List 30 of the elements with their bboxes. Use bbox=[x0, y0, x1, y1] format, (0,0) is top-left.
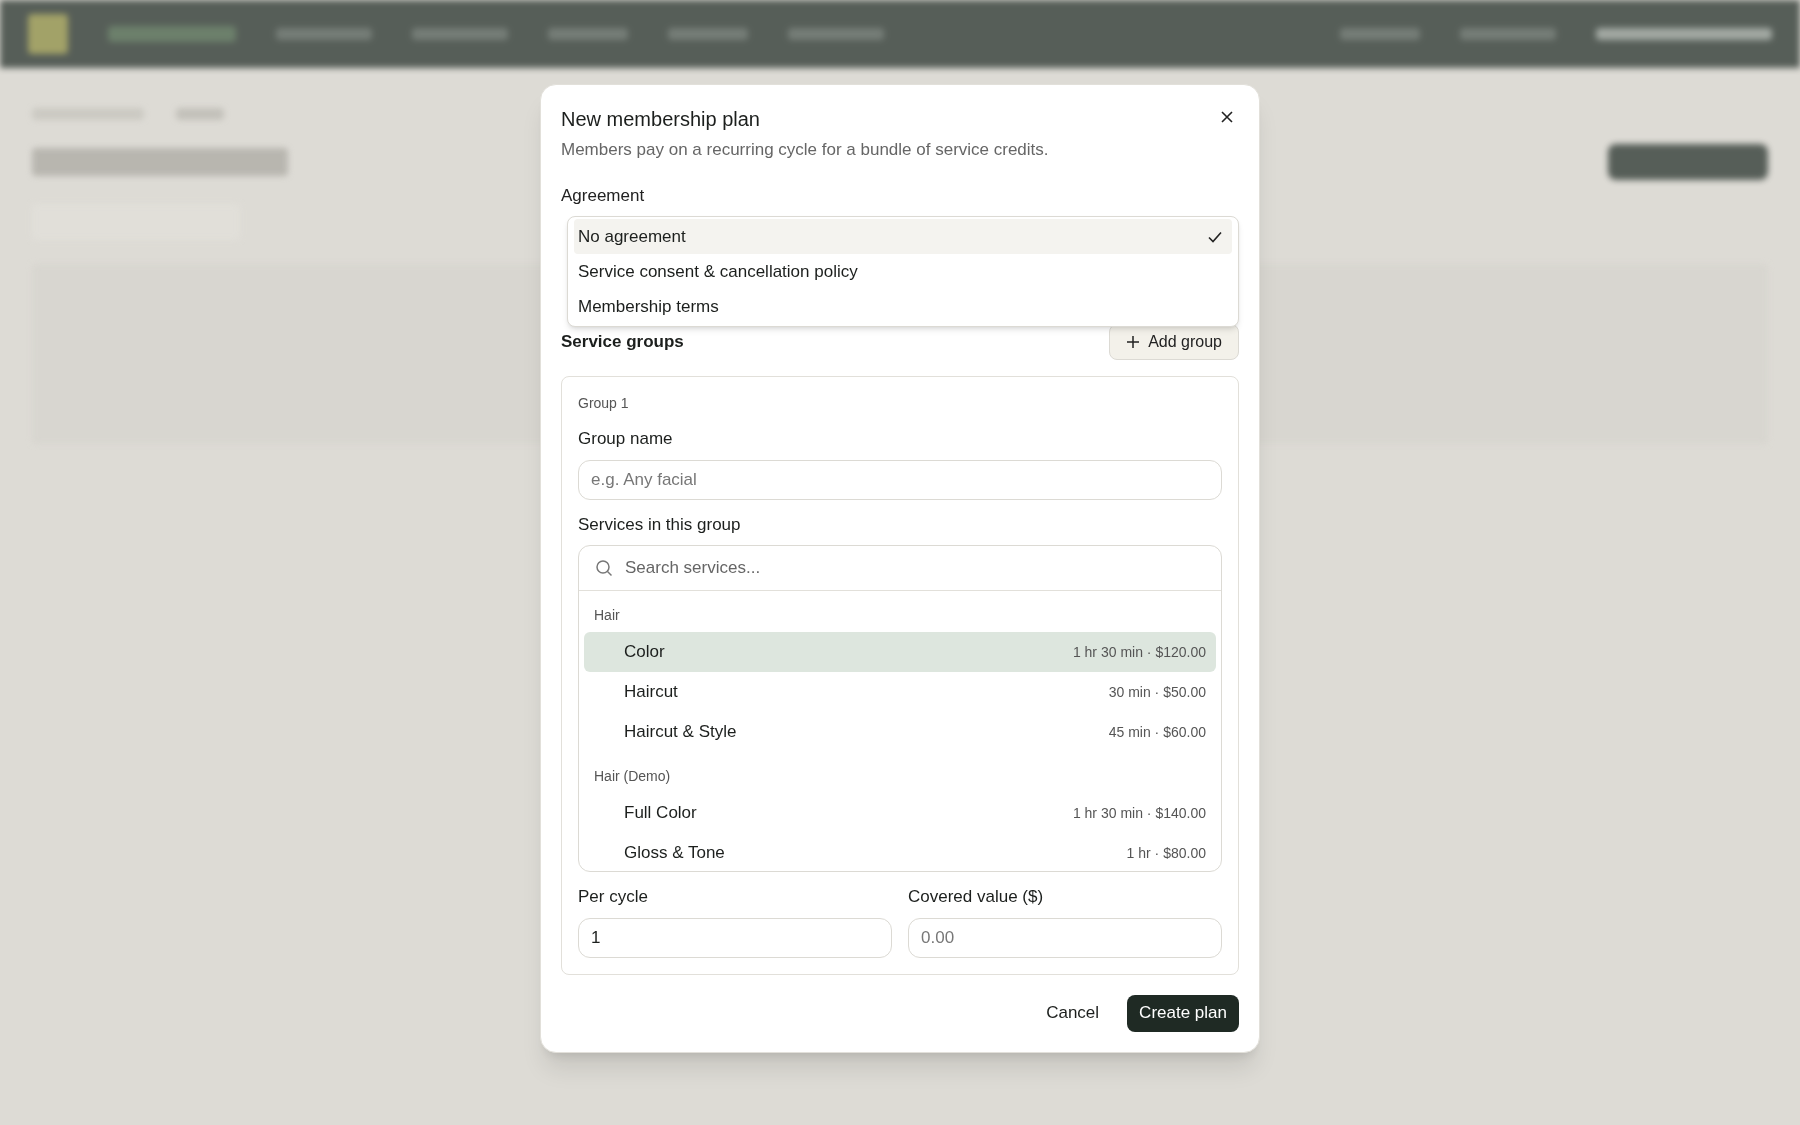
field-label: Services in this group bbox=[578, 513, 742, 536]
create-plan-button[interactable]: Create plan bbox=[1127, 994, 1239, 1032]
blurred-text bbox=[176, 108, 224, 120]
cancel-button[interactable]: Cancel bbox=[1042, 994, 1104, 1032]
field-label: Covered value ($) bbox=[908, 886, 1045, 908]
field-label: Per cycle bbox=[578, 886, 649, 908]
logo-icon bbox=[28, 14, 68, 54]
service-option[interactable]: Full Color 1 hr 30 min · $140.00 bbox=[584, 793, 1216, 833]
service-option[interactable]: Haircut 30 min · $50.00 bbox=[584, 672, 1216, 712]
dialog-description: Members pay on a recurring cycle for a bundle of service credits. bbox=[561, 139, 1050, 161]
covered-value-field[interactable]: 0.00 bbox=[908, 917, 1222, 958]
service-option[interactable]: Color 1 hr 30 min · $120.00 bbox=[584, 632, 1216, 672]
field-label: Group name bbox=[578, 428, 674, 450]
section-heading: Service groups bbox=[561, 331, 684, 354]
service-option[interactable]: Gloss & Tone 1 hr · $80.00 bbox=[584, 833, 1216, 871]
search-field[interactable]: Search services... bbox=[625, 555, 1205, 581]
dropdown-option[interactable]: Service consent & cancellation policy bbox=[574, 254, 1232, 289]
search-icon bbox=[595, 559, 613, 577]
group-name-field[interactable]: e.g. Any facial bbox=[578, 459, 1222, 500]
dropdown-option[interactable]: No agreement bbox=[574, 219, 1232, 254]
per-cycle-field[interactable]: 1 bbox=[578, 917, 892, 958]
dropdown-option[interactable]: Membership terms bbox=[574, 289, 1232, 324]
plus-icon bbox=[1126, 335, 1141, 349]
close-icon bbox=[1219, 109, 1235, 125]
group-heading: Group 1 bbox=[578, 394, 630, 413]
category-label: Hair bbox=[593, 606, 621, 625]
field-label: Agreement bbox=[561, 184, 646, 207]
service-option[interactable]: Haircut & Style 45 min · $60.00 bbox=[584, 712, 1216, 752]
dialog-title: New membership plan bbox=[561, 107, 760, 132]
category-label: Hair (Demo) bbox=[593, 767, 672, 786]
